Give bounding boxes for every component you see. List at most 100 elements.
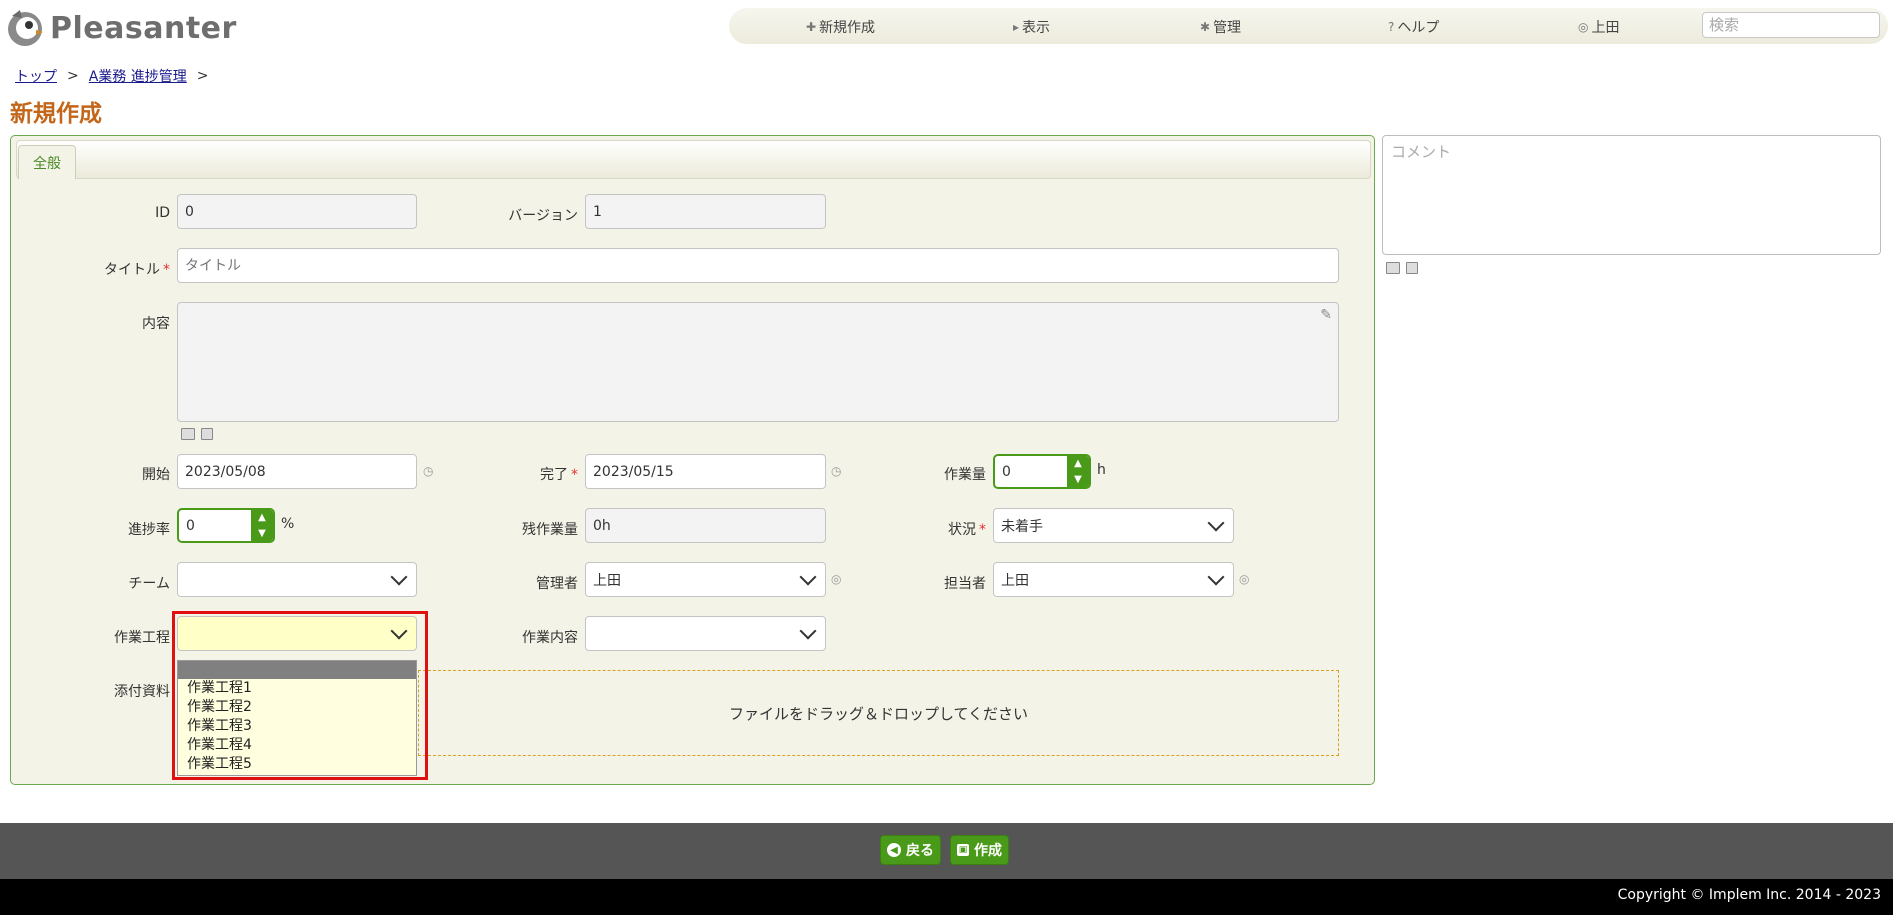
manager-label: 管理者 xyxy=(536,576,578,592)
tab-bar xyxy=(16,140,1371,179)
clock-icon[interactable]: ◷ xyxy=(831,464,841,478)
person-icon[interactable]: ◎ xyxy=(1239,572,1249,586)
progress-value: 0 xyxy=(186,517,195,534)
owner-value: 上田 xyxy=(1001,572,1029,589)
manager-value: 上田 xyxy=(593,572,621,589)
status-label: 状況 * xyxy=(890,519,986,539)
file-dropzone[interactable]: ファイルをドラッグ＆ドロップしてください xyxy=(418,670,1339,756)
nav-user[interactable]: ◎ 上田 xyxy=(1578,17,1619,37)
gear-icon: ✱ xyxy=(1200,20,1211,34)
id-label: ID xyxy=(155,205,170,221)
title-input[interactable] xyxy=(177,248,1339,283)
process-label: 作業工程 xyxy=(114,630,170,646)
workload-spinner[interactable]: 0 ▲ ▼ xyxy=(993,454,1091,489)
required-mark: * xyxy=(163,262,170,278)
version-field: 1 xyxy=(585,194,826,229)
progress-label: 進捗率 xyxy=(128,522,170,538)
complete-label: 完了 * xyxy=(480,464,578,484)
chevron-up-icon[interactable]: ▲ xyxy=(1074,458,1082,469)
nav-new-label: 新規作成 xyxy=(819,20,876,36)
manager-select[interactable]: 上田 xyxy=(585,562,826,597)
save-icon: ▣ xyxy=(957,844,969,856)
spinner-buttons[interactable]: ▲ ▼ xyxy=(1067,456,1089,487)
chevron-up-icon[interactable]: ▲ xyxy=(258,512,266,523)
copyright-bar xyxy=(0,879,1893,915)
nav-admin[interactable]: ✱ 管理 xyxy=(1200,17,1241,37)
progress-spinner[interactable]: 0 ▲ ▼ xyxy=(177,508,275,543)
complete-date-field[interactable]: 2023/05/15 xyxy=(585,454,826,489)
spinner-buttons[interactable]: ▲ ▼ xyxy=(251,510,273,541)
breadcrumb-separator: > xyxy=(196,68,209,84)
nav-new[interactable]: ✚ 新規作成 xyxy=(806,17,875,37)
dropzone-text: ファイルをドラッグ＆ドロップしてください xyxy=(728,704,1029,723)
chevron-down-icon xyxy=(799,622,817,640)
progress-unit: % xyxy=(281,516,295,532)
nav-view-label: 表示 xyxy=(1022,20,1051,36)
nav-user-label: 上田 xyxy=(1591,20,1620,36)
workload-unit: h xyxy=(1097,462,1106,478)
owner-select[interactable]: 上田 xyxy=(993,562,1234,597)
create-button-label: 作成 xyxy=(974,843,1002,859)
workload-value: 0 xyxy=(1002,463,1011,480)
logo-text: Pleasanter xyxy=(50,10,237,46)
footer-bar xyxy=(0,823,1893,879)
start-date-field[interactable]: 2023/05/08 xyxy=(177,454,417,489)
chevron-down-icon[interactable]: ▼ xyxy=(1074,474,1082,485)
body-textarea[interactable]: ✎ xyxy=(177,302,1339,422)
person-icon[interactable]: ◎ xyxy=(831,572,841,586)
copyright-text: Copyright © Implem Inc. 2014 - 2023 xyxy=(1617,887,1881,903)
start-label: 開始 xyxy=(142,467,170,483)
status-select[interactable]: 未着手 xyxy=(993,508,1234,543)
title-label-text: タイトル xyxy=(104,262,160,278)
question-icon: ? xyxy=(1388,20,1395,34)
chevron-down-icon[interactable]: ▼ xyxy=(258,528,266,539)
body-label: 内容 xyxy=(142,316,170,332)
tab-general[interactable]: 全般 xyxy=(18,145,76,179)
id-field: 0 xyxy=(177,194,417,229)
attachment-icon[interactable] xyxy=(1406,262,1418,274)
version-label: バージョン xyxy=(508,208,578,224)
pleasanter-bird-icon xyxy=(8,10,43,46)
comment-placeholder: コメント xyxy=(1391,143,1452,161)
create-button[interactable]: ▣ 作成 xyxy=(950,835,1009,865)
owner-label: 担当者 xyxy=(944,576,986,592)
triangle-right-icon: ▸ xyxy=(1013,20,1020,34)
breadcrumb: トップ > A業務 進捗管理 > xyxy=(15,66,209,86)
nav-help-label: ヘルプ xyxy=(1397,20,1440,36)
breadcrumb-separator: > xyxy=(67,68,79,84)
comment-textarea[interactable]: コメント xyxy=(1382,135,1881,255)
work-content-label: 作業内容 xyxy=(522,630,578,646)
remaining-field: 0h xyxy=(585,508,826,543)
workload-label: 作業量 xyxy=(944,467,986,483)
nav-admin-label: 管理 xyxy=(1213,20,1242,36)
status-value: 未着手 xyxy=(1001,518,1043,535)
complete-label-text: 完了 xyxy=(540,467,568,483)
nav-view[interactable]: ▸ 表示 xyxy=(1013,17,1050,37)
pencil-icon[interactable]: ✎ xyxy=(1320,307,1332,323)
person-icon: ◎ xyxy=(1578,20,1589,34)
breadcrumb-site-link[interactable]: A業務 進捗管理 xyxy=(89,66,187,86)
search-input[interactable] xyxy=(1702,12,1880,38)
team-select[interactable] xyxy=(177,562,417,597)
chevron-down-icon xyxy=(1207,568,1225,586)
clock-icon[interactable]: ◷ xyxy=(423,464,433,478)
highlight-annotation xyxy=(172,611,428,780)
image-icon[interactable] xyxy=(1386,262,1400,274)
remaining-label: 残作業量 xyxy=(522,522,578,538)
chevron-down-icon xyxy=(799,568,817,586)
status-label-text: 状況 xyxy=(948,522,976,538)
breadcrumb-top-link[interactable]: トップ xyxy=(15,66,57,86)
work-content-select[interactable] xyxy=(585,616,826,651)
arrow-left-icon: ◀ xyxy=(887,843,901,857)
title-label: タイトル * xyxy=(60,259,170,279)
chevron-down-icon xyxy=(1207,514,1225,532)
chevron-down-icon xyxy=(390,568,408,586)
required-mark: * xyxy=(979,522,986,538)
attachments-label: 添付資料 xyxy=(114,684,170,700)
required-mark: * xyxy=(571,467,578,483)
back-button[interactable]: ◀ 戻る xyxy=(880,835,941,865)
nav-help[interactable]: ? ヘルプ xyxy=(1388,17,1439,37)
app-logo[interactable]: Pleasanter xyxy=(6,6,237,50)
attachment-icon[interactable] xyxy=(201,428,213,440)
image-icon[interactable] xyxy=(181,428,195,440)
